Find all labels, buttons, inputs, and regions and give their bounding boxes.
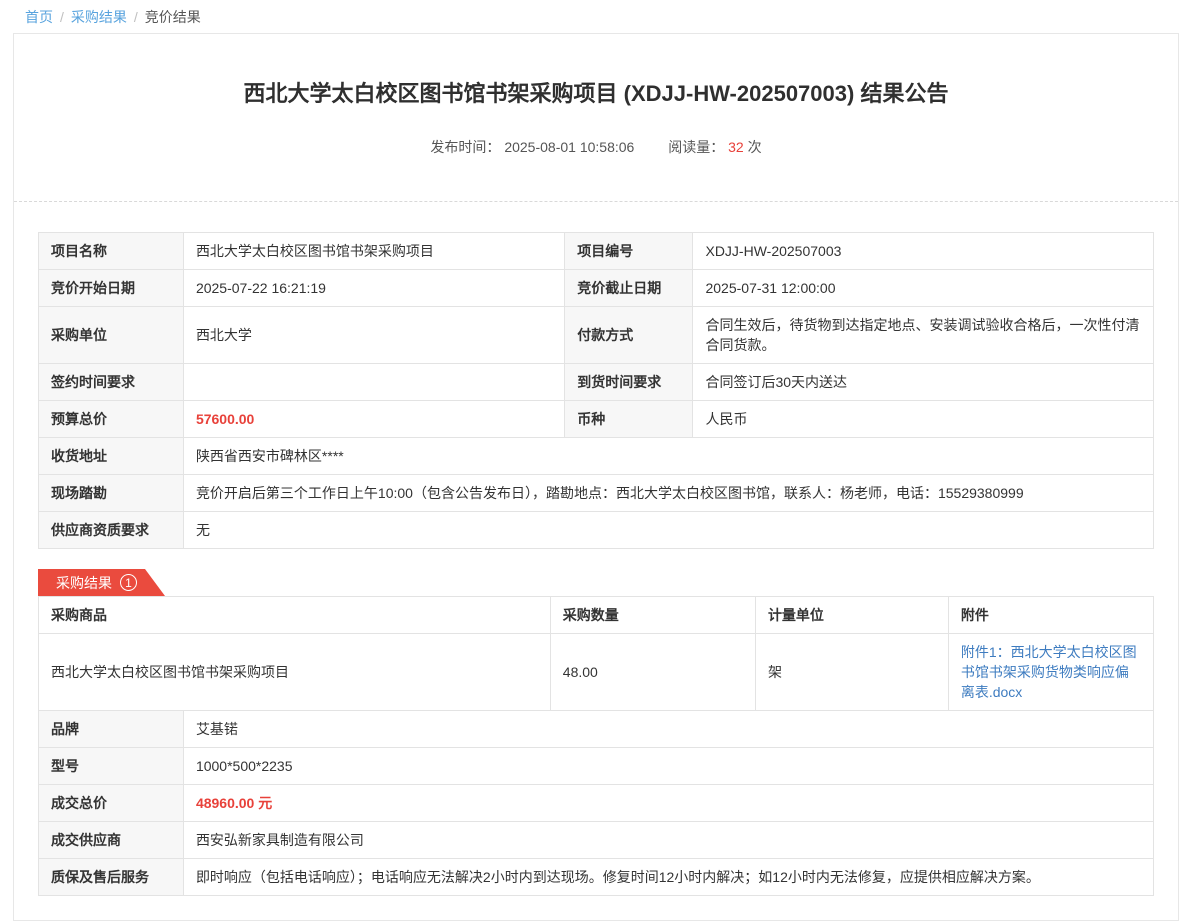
brand-value: 艾基锘 (183, 711, 1153, 748)
supplier-qualification-label: 供应商资质要求 (39, 512, 184, 549)
breadcrumb-procurement-results-link[interactable]: 采购结果 (71, 9, 127, 25)
procurement-result-table: 采购商品 采购数量 计量单位 附件 西北大学太白校区图书馆书架采购项目 48.0… (38, 596, 1154, 711)
site-survey-value: 竞价开启后第三个工作日上午10:00（包含公告发布日），踏勘地点：西北大学太白校… (183, 475, 1153, 512)
quantity-column-header: 采购数量 (550, 597, 755, 634)
table-row: 供应商资质要求 无 (39, 512, 1154, 549)
bid-end-value: 2025-07-31 12:00:00 (693, 270, 1154, 307)
delivery-time-value: 合同签订后30天内送达 (693, 364, 1154, 401)
breadcrumb-current: 竞价结果 (145, 9, 201, 25)
table-row: 质保及售后服务 即时响应（包括电话响应）；电话响应无法解决2小时内到达现场。修复… (39, 859, 1154, 896)
publish-time: 发布时间： 2025-08-01 10:58:06 (430, 139, 634, 155)
bid-end-label: 竞价截止日期 (565, 270, 693, 307)
budget-total-value: 57600.00 (183, 401, 564, 438)
delivery-address-value: 陕西省西安市碑林区**** (183, 438, 1153, 475)
project-number-value: XDJJ-HW-202507003 (693, 233, 1154, 270)
unit-column-header: 计量单位 (755, 597, 948, 634)
table-row: 现场踏勘 竞价开启后第三个工作日上午10:00（包含公告发布日），踏勘地点：西北… (39, 475, 1154, 512)
supplier-qualification-value: 无 (183, 512, 1153, 549)
attachment-cell: 附件1：西北大学太白校区图书馆书架采购货物类响应偏离表.docx (948, 634, 1153, 711)
unit-value: 架 (755, 634, 948, 711)
table-row: 西北大学太白校区图书馆书架采购项目 48.00 架 附件1：西北大学太白校区图书… (39, 634, 1154, 711)
winning-supplier-value: 西安弘新家具制造有限公司 (183, 822, 1153, 859)
purchaser-value: 西北大学 (183, 307, 564, 364)
table-row: 成交供应商 西安弘新家具制造有限公司 (39, 822, 1154, 859)
final-price-value: 48960.00 元 (183, 785, 1153, 822)
breadcrumb-separator: / (134, 9, 138, 25)
page-title: 西北大学太白校区图书馆书架采购项目 (XDJJ-HW-202507003) 结果… (54, 81, 1138, 107)
winning-supplier-label: 成交供应商 (39, 822, 184, 859)
table-row: 预算总价 57600.00 币种 人民币 (39, 401, 1154, 438)
announcement-content: 项目名称 西北大学太白校区图书馆书架采购项目 项目编号 XDJJ-HW-2025… (14, 202, 1178, 896)
quantity-value: 48.00 (550, 634, 755, 711)
table-row: 采购单位 西北大学 付款方式 合同生效后，待货物到达指定地点、安装调试验收合格后… (39, 307, 1154, 364)
model-label: 型号 (39, 748, 184, 785)
attachment-link[interactable]: 附件1：西北大学太白校区图书馆书架采购货物类响应偏离表.docx (961, 644, 1137, 700)
site-survey-label: 现场踏勘 (39, 475, 184, 512)
announcement-meta: 发布时间： 2025-08-01 10:58:06 阅读量： 32 次 (14, 137, 1178, 157)
attachment-column-header: 附件 (948, 597, 1153, 634)
project-number-label: 项目编号 (565, 233, 693, 270)
table-row: 型号 1000*500*2235 (39, 748, 1154, 785)
payment-method-value: 合同生效后，待货物到达指定地点、安装调试验收合格后，一次性付清合同货款。 (693, 307, 1154, 364)
bid-start-value: 2025-07-22 16:21:19 (183, 270, 564, 307)
final-price-label: 成交总价 (39, 785, 184, 822)
result-count-badge: 1 (120, 574, 137, 591)
announcement-card: 西北大学太白校区图书馆书架采购项目 (XDJJ-HW-202507003) 结果… (13, 33, 1179, 921)
signing-time-value (183, 364, 564, 401)
project-info-table: 项目名称 西北大学太白校区图书馆书架采购项目 项目编号 XDJJ-HW-2025… (38, 232, 1154, 549)
breadcrumb: 首页 / 采购结果 / 竞价结果 (0, 0, 1192, 33)
read-count-number: 32 (728, 139, 744, 155)
bid-start-label: 竞价开始日期 (39, 270, 184, 307)
result-detail-table: 品牌 艾基锘 型号 1000*500*2235 成交总价 48960.00 元 … (38, 710, 1154, 896)
warranty-service-value: 即时响应（包括电话响应）；电话响应无法解决2小时内到达现场。修复时间12小时内解… (183, 859, 1153, 896)
project-name-label: 项目名称 (39, 233, 184, 270)
read-count: 阅读量： 32 次 (668, 139, 761, 155)
product-value: 西北大学太白校区图书馆书架采购项目 (39, 634, 551, 711)
table-header-row: 采购商品 采购数量 计量单位 附件 (39, 597, 1154, 634)
signing-time-label: 签约时间要求 (39, 364, 184, 401)
budget-total-label: 预算总价 (39, 401, 184, 438)
model-value: 1000*500*2235 (183, 748, 1153, 785)
breadcrumb-separator: / (60, 9, 64, 25)
delivery-time-label: 到货时间要求 (565, 364, 693, 401)
currency-value: 人民币 (693, 401, 1154, 438)
project-name-value: 西北大学太白校区图书馆书架采购项目 (183, 233, 564, 270)
warranty-service-label: 质保及售后服务 (39, 859, 184, 896)
brand-label: 品牌 (39, 711, 184, 748)
procurement-result-badge-label: 采购结果 (56, 573, 112, 593)
table-row: 竞价开始日期 2025-07-22 16:21:19 竞价截止日期 2025-0… (39, 270, 1154, 307)
table-row: 签约时间要求 到货时间要求 合同签订后30天内送达 (39, 364, 1154, 401)
table-row: 品牌 艾基锘 (39, 711, 1154, 748)
product-column-header: 采购商品 (39, 597, 551, 634)
procurement-result-badge: 采购结果 1 (38, 569, 165, 596)
breadcrumb-home-link[interactable]: 首页 (25, 9, 53, 25)
purchaser-label: 采购单位 (39, 307, 184, 364)
payment-method-label: 付款方式 (565, 307, 693, 364)
table-row: 项目名称 西北大学太白校区图书馆书架采购项目 项目编号 XDJJ-HW-2025… (39, 233, 1154, 270)
table-row: 成交总价 48960.00 元 (39, 785, 1154, 822)
table-row: 收货地址 陕西省西安市碑林区**** (39, 438, 1154, 475)
currency-label: 币种 (565, 401, 693, 438)
delivery-address-label: 收货地址 (39, 438, 184, 475)
